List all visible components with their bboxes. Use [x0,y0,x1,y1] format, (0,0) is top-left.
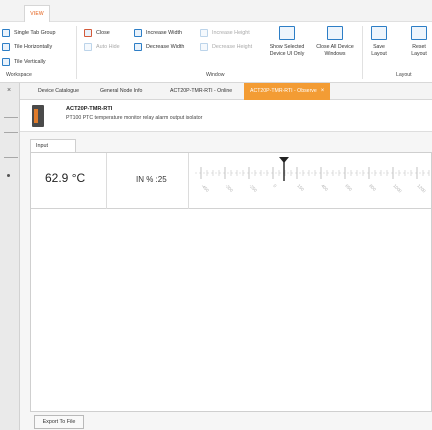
tab-device-catalogue[interactable]: Device Catalogue [38,83,79,100]
scale-tick-label: 400 [320,183,329,192]
group-divider [76,26,77,79]
device-description: PT100 PTC temperature monitor relay alar… [66,115,203,121]
layout-group-label: Layout [396,72,412,78]
rail-divider [4,117,18,118]
close-all-device-windows-label: Close All Device Windows [316,44,354,57]
tile-vertically-label: Tile Vertically [14,58,46,65]
temperature-value: 62.9 °C [45,171,86,185]
input-percent-value: IN % :25 [136,175,167,184]
increase-height-label: Increase Height [212,29,250,36]
increase-height-button[interactable]: Increase Height [200,27,250,38]
close-all-device-windows-button[interactable]: Close All Device Windows [312,26,358,57]
close-all-windows-icon [327,26,343,40]
close-icon [84,28,92,37]
tile-vertically-button[interactable]: Tile Vertically [2,56,46,67]
scale-tick-label: -250 [248,183,258,193]
export-to-file-button[interactable]: Export To File [34,415,84,429]
ribbon-tab-view[interactable]: VIEW [24,5,50,22]
tab-device-observe-label: ACT20P-TMR-RTI - Observe [250,88,317,94]
show-selected-device-ui-button[interactable]: Show Selected Device UI Only [266,26,308,57]
reset-layout-button[interactable]: Reset Layout [404,26,432,57]
single-tab-group-label: Single Tab Group [14,29,56,36]
cell-divider [106,153,107,209]
show-selected-device-ui-icon [279,26,295,40]
tile-vertically-icon [2,57,10,66]
observe-content: Input 62.9 °C IN % :25 -450 -300 -250 0 150 4… [20,132,432,430]
workspace-group-label: Workspace [6,72,32,78]
save-layout-button[interactable]: Save Layout [366,26,392,57]
tab-input[interactable]: Input [30,139,76,152]
measurement-row: 62.9 °C IN % :25 -450 -300 -250 0 150 400 650 8… [31,153,432,209]
increase-width-icon [134,28,142,37]
document-tab-bar: Device Catalogue General Node Info ACT20… [20,83,432,100]
increase-width-label: Increase Width [146,29,182,36]
rail-marker-icon[interactable] [7,174,10,177]
save-layout-label: Save Layout [371,44,387,57]
device-name: ACT20P-TMR-RTI [66,106,113,112]
scale-tick-label: -300 [224,183,234,193]
device-header: ACT20P-TMR-RTI PT100 PTC temperature mon… [20,100,432,132]
group-divider [362,26,363,79]
tab-general-node-info[interactable]: General Node Info [100,83,142,100]
left-rail: × [0,83,20,430]
increase-height-icon [200,28,208,37]
reset-layout-label: Reset Layout [411,44,427,57]
save-layout-icon [371,26,387,40]
decrease-height-label: Decrease Height [212,43,253,50]
tab-device-online[interactable]: ACT20P-TMR-RTI - Online [170,83,232,100]
decrease-width-label: Decrease Width [146,43,185,50]
input-panel: 62.9 °C IN % :25 -450 -300 -250 0 150 400 650 8… [30,152,432,412]
show-selected-device-ui-label: Show Selected Device UI Only [269,44,305,57]
scale-tick-label: 800 [368,183,377,192]
close-label: Close [96,29,110,36]
rail-divider [4,132,18,133]
single-tab-group-button[interactable]: Single Tab Group [2,27,56,38]
reset-layout-icon [411,26,427,40]
auto-hide-button[interactable]: Auto Hide [84,41,120,52]
decrease-width-button[interactable]: Decrease Width [134,41,184,52]
input-scale-gauge: -450 -300 -250 0 150 400 650 800 1000 1200 [191,153,432,209]
close-icon[interactable]: × [7,87,11,94]
ribbon: Single Tab Group Tile Horizontally Tile … [0,22,432,83]
decrease-height-button[interactable]: Decrease Height [200,41,252,52]
tile-horizontally-button[interactable]: Tile Horizontally [2,41,52,52]
cell-divider [188,153,189,209]
pointer-arrow-icon [279,157,289,163]
auto-hide-icon [84,42,92,51]
decrease-width-icon [134,42,142,51]
scale-tick-label: 650 [344,183,353,192]
scale-svg: -450 -300 -250 0 150 400 650 800 1000 1200 [195,157,431,194]
ribbon-tab-strip: VIEW [0,0,432,22]
tab-close-icon[interactable]: × [321,88,325,94]
decrease-height-icon [200,42,208,51]
window-group-label: Window [206,72,225,78]
tab-device-observe[interactable]: ACT20P-TMR-RTI - Observe × [244,83,331,100]
scale-tick-label: 0 [272,183,278,189]
scale-tick-label: 150 [296,183,305,192]
increase-width-button[interactable]: Increase Width [134,27,182,38]
single-tab-group-icon [2,28,10,37]
tile-horizontally-icon [2,42,10,51]
rail-divider [4,157,18,158]
scale-tick-label: 1200 [416,183,427,194]
device-image [32,105,44,127]
tile-horizontally-label: Tile Horizontally [14,43,53,50]
auto-hide-label: Auto Hide [96,43,120,50]
scale-tick-label: -450 [200,183,210,193]
close-button[interactable]: Close [84,27,110,38]
scale-tick-label: 1000 [392,183,403,194]
